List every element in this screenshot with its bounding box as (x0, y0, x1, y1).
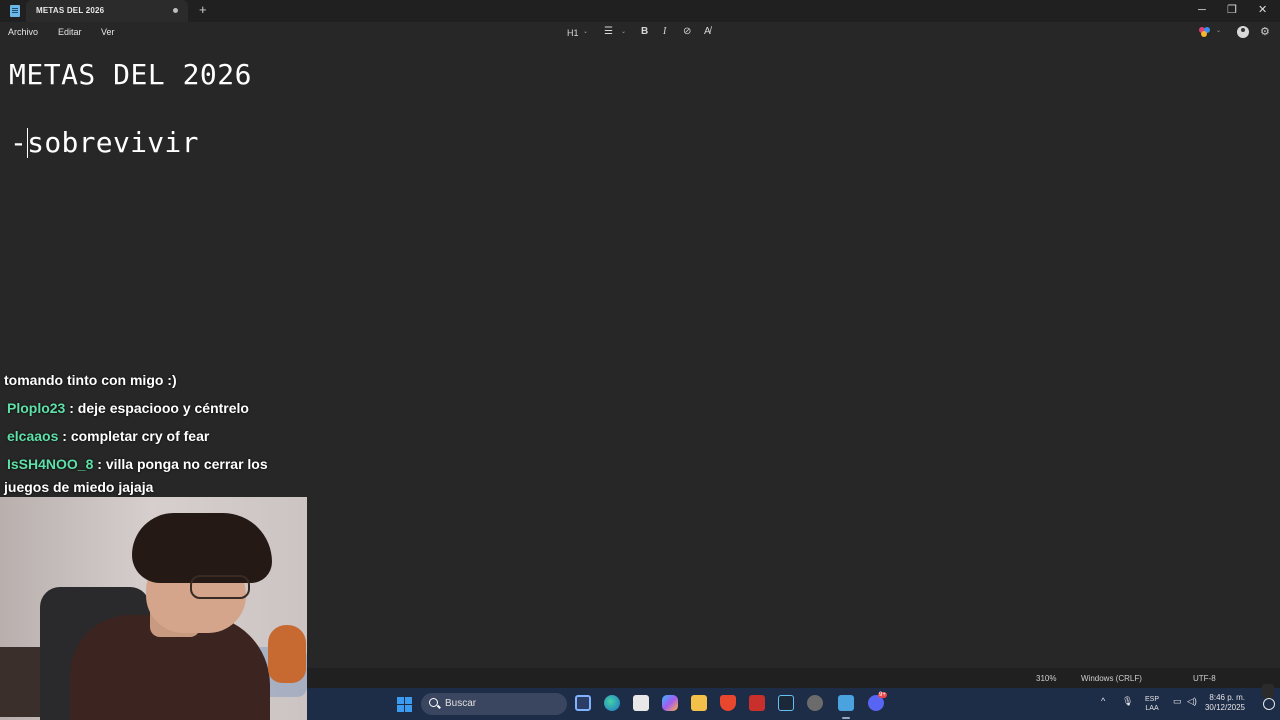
windows-start-icon[interactable] (397, 697, 412, 712)
plush-bear (268, 625, 306, 683)
chat-message: IsSH4NOO_8 : villa ponga no cerrar los j… (4, 450, 289, 499)
encoding[interactable]: UTF-8 (1193, 674, 1216, 683)
new-tab-button[interactable]: + (199, 3, 207, 17)
title-bar: METAS DEL 2026 + ─ ❐ ✕ (0, 0, 1280, 22)
line-text: sobrevivir (27, 126, 199, 159)
line-ending[interactable]: Windows (CRLF) (1081, 674, 1142, 683)
chevron-down-icon: ⌄ (1216, 28, 1222, 34)
date-text: 30/12/2025 (1204, 703, 1245, 712)
copilot-app-icon[interactable] (662, 695, 678, 711)
notepad-app-icon (10, 5, 20, 17)
tray-overflow-icon[interactable]: ^ (1101, 696, 1105, 706)
menu-ver[interactable]: Ver (101, 27, 115, 37)
discord-badge: 9+ (878, 692, 887, 698)
maximize-button[interactable]: ❐ (1227, 3, 1237, 17)
clock[interactable]: 8:46 p. m. 30/12/2025 (1195, 693, 1245, 713)
network-icon[interactable]: ▭ (1173, 696, 1182, 707)
list-icon[interactable]: ☰ (604, 26, 613, 38)
chat-text: : deje espaciooo y céntrelo (65, 400, 249, 416)
language-indicator[interactable]: ESP LAA (1145, 695, 1159, 713)
status-bar: 310% Windows (CRLF) UTF-8 (307, 668, 1280, 688)
chevron-down-icon: ⌄ (583, 29, 589, 35)
taskbar-search[interactable]: Buscar (421, 693, 567, 715)
menu-editar[interactable]: Editar (58, 27, 82, 37)
link-icon[interactable]: ⊘ (683, 26, 691, 38)
unsaved-dot-icon[interactable] (173, 8, 178, 13)
stream-chat-overlay: tomando tinto con migo :) Ploplo23 : dej… (4, 366, 304, 499)
italic-button[interactable]: I (663, 26, 666, 38)
bold-button[interactable]: B (641, 26, 648, 38)
active-app-indicator (842, 717, 850, 719)
task-view-icon[interactable] (575, 695, 591, 711)
chat-intro: tomando tinto con migo :) (4, 372, 177, 388)
webcam-overlay (0, 497, 307, 720)
tab-title: METAS DEL 2026 (36, 6, 105, 15)
microphone-icon[interactable]: 🎙 (1122, 696, 1133, 707)
taskbar: Buscar 9+ ^ 🎙 ESP LAA ▭ ◁) 8:46 p. m. 30… (307, 688, 1280, 720)
zoom-level[interactable]: 310% (1036, 674, 1056, 683)
menu-archivo[interactable]: Archivo (8, 27, 38, 37)
language-code: ESP (1145, 696, 1160, 703)
search-icon (429, 698, 438, 707)
steam-icon[interactable] (778, 695, 794, 711)
store-icon[interactable] (633, 695, 649, 711)
menu-toolbar: Archivo Editar Ver H1 ⌄ ☰ ⌄ B I ⊘ A̸ (0, 22, 1280, 44)
close-button[interactable]: ✕ (1258, 3, 1267, 17)
chat-text: : completar cry of fear (58, 428, 210, 444)
gear-icon[interactable]: ⚙ (1260, 25, 1270, 38)
chat-username: Ploplo23 (7, 400, 66, 416)
mic-in-use-icon (1262, 684, 1274, 698)
brave-icon[interactable] (720, 695, 736, 711)
chevron-down-icon: ⌄ (621, 29, 627, 35)
chat-username: IsSH4NOO_8 (7, 456, 94, 472)
keyboard-layout: LAA (1145, 705, 1159, 712)
obs-icon[interactable] (807, 695, 823, 711)
clear-formatting-icon[interactable]: A̸ (704, 26, 711, 38)
account-avatar[interactable] (1237, 26, 1249, 38)
chat-username: elcaaos (7, 428, 59, 444)
copilot-icon[interactable] (1199, 27, 1211, 37)
game-app-icon[interactable] (749, 695, 765, 711)
edge-icon[interactable] (604, 695, 620, 711)
chat-message: elcaaos : completar cry of fear (4, 422, 304, 450)
notifications-icon[interactable] (1263, 698, 1275, 710)
document-line[interactable]: -sobrevivir (10, 126, 199, 159)
heading-dropdown[interactable]: H1 (567, 27, 579, 39)
minimize-button[interactable]: ─ (1198, 3, 1206, 17)
time-text: 8:46 p. m. (1209, 693, 1245, 702)
notepad-taskbar-icon[interactable] (838, 695, 854, 711)
document-heading[interactable]: METAS DEL 2026 (9, 58, 252, 91)
file-explorer-icon[interactable] (691, 695, 707, 711)
line-prefix: - (10, 126, 28, 159)
tab-metas-del-2026[interactable]: METAS DEL 2026 (26, 0, 188, 22)
search-placeholder: Buscar (445, 698, 477, 709)
chat-message: Ploplo23 : deje espaciooo y céntrelo (4, 394, 304, 422)
